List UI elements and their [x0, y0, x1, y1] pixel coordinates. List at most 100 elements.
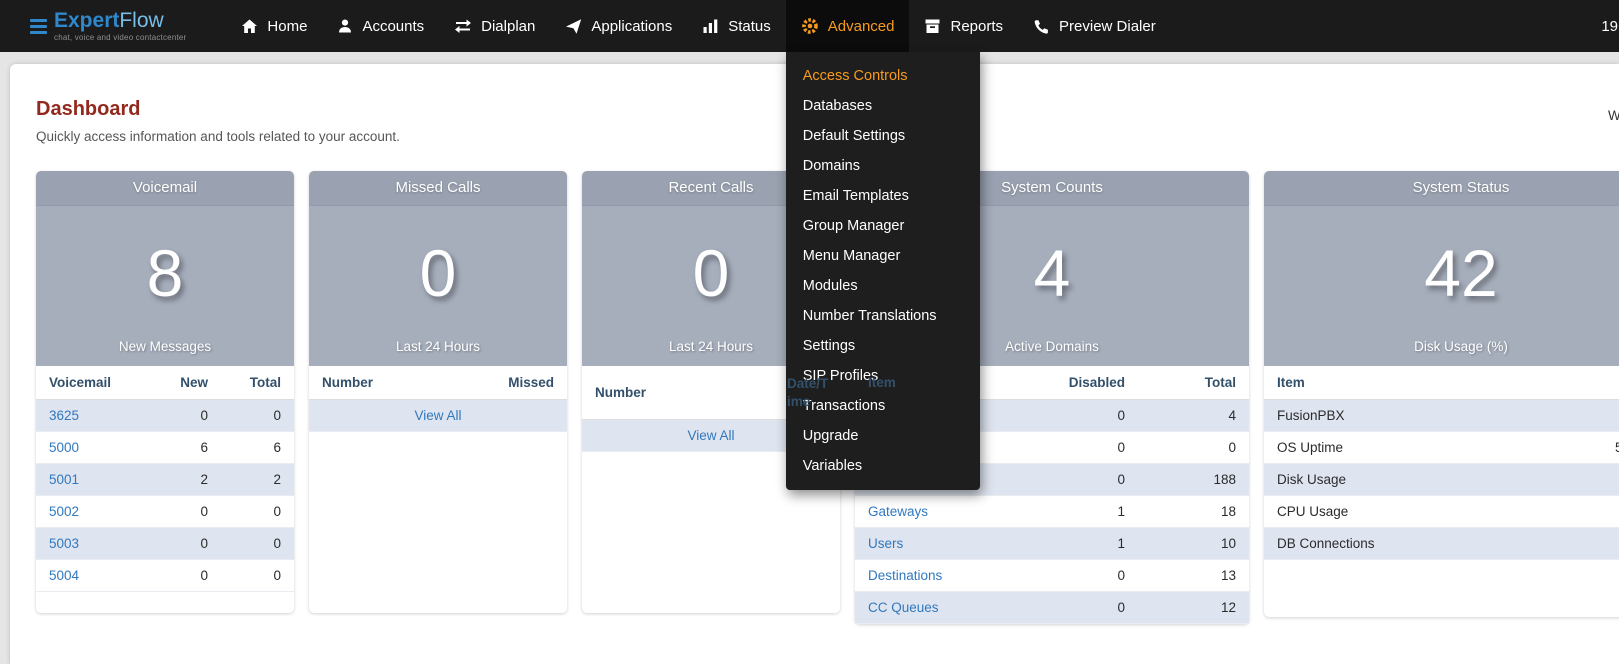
table-cell: 10: [1138, 528, 1249, 560]
table-cell: DB Connections: [1264, 528, 1602, 560]
table-cell: 2: [221, 464, 294, 496]
table-link[interactable]: Users: [868, 536, 903, 551]
view-all-link[interactable]: View All: [687, 428, 734, 443]
menu-item-domains[interactable]: Domains: [786, 151, 980, 181]
table-row: OS Uptime50: [1264, 432, 1619, 464]
table-cell: Disk Usage: [1264, 464, 1602, 496]
card-title[interactable]: System Status: [1264, 171, 1619, 205]
table-cell: 0: [221, 528, 294, 560]
nav-item-status[interactable]: Status: [687, 0, 786, 52]
nav-item-home[interactable]: Home: [226, 0, 322, 52]
nav-item-dialplan[interactable]: Dialplan: [439, 0, 550, 52]
table-cell: 4: [1138, 400, 1249, 432]
menu-item-modules[interactable]: Modules: [786, 271, 980, 301]
menu-item-number-translations[interactable]: Number Translations: [786, 301, 980, 331]
table-link[interactable]: 5002: [49, 504, 79, 519]
menu-item-settings[interactable]: Settings: [786, 331, 980, 361]
nav-item-advanced[interactable]: AdvancedAccess ControlsDatabasesDefault …: [786, 0, 910, 52]
table-cell: [1602, 400, 1619, 432]
bar-chart-icon: [702, 18, 719, 34]
table-cell: [1602, 496, 1619, 528]
table-cell: 0: [1039, 400, 1138, 432]
table-row: Users 110: [855, 528, 1249, 560]
stat-label: New Messages: [36, 339, 294, 366]
brand-name-primary: Expert: [54, 9, 119, 32]
card-missed-calls: Missed Calls0Last 24 HoursNumberMissedVi…: [309, 171, 567, 613]
phone-icon: [1033, 18, 1050, 35]
card-stat: 42Disk Usage (%): [1264, 205, 1619, 366]
table-cell: FusionPBX: [1264, 400, 1602, 432]
column-header-item: Item: [1264, 366, 1602, 400]
nav-item-label: Accounts: [362, 18, 424, 35]
table-cell: [1602, 528, 1619, 560]
nav-item-label: Advanced: [828, 18, 895, 35]
table-link[interactable]: Gateways: [868, 504, 928, 519]
table-link[interactable]: 5001: [49, 472, 79, 487]
menu-item-group-manager[interactable]: Group Manager: [786, 211, 980, 241]
table-cell: 0: [221, 496, 294, 528]
column-header-new: New: [148, 366, 221, 400]
table-link[interactable]: 5003: [49, 536, 79, 551]
logo-tagline: chat, voice and video contactcenter: [54, 33, 186, 42]
nav-item-accounts[interactable]: Accounts: [322, 0, 439, 52]
menu-item-access-controls[interactable]: Access Controls: [786, 61, 980, 91]
nav-item-label: Home: [267, 18, 307, 35]
card-table: VoicemailNewTotal36250050006650012250020…: [36, 366, 294, 592]
table-cell: 1: [1039, 496, 1138, 528]
advanced-dropdown-menu: Access ControlsDatabasesDefault Settings…: [786, 52, 980, 490]
nav-item-preview-dialer[interactable]: Preview Dialer: [1018, 0, 1171, 52]
view-all-link[interactable]: View All: [414, 408, 461, 423]
column-header-total: Total: [1138, 366, 1249, 400]
gear-icon: [801, 17, 819, 35]
table-cell: 5001: [36, 464, 148, 496]
nav-item-label: Dialplan: [481, 18, 535, 35]
paper-plane-icon: [565, 18, 582, 35]
column-header-total: Total: [221, 366, 294, 400]
stat-label: Last 24 Hours: [309, 339, 567, 366]
table-link[interactable]: 3625: [49, 408, 79, 423]
table-row: View All: [309, 400, 567, 432]
table-cell: 0: [221, 400, 294, 432]
column-header-date-time: Date/Time: [774, 366, 840, 420]
menu-item-menu-manager[interactable]: Menu Manager: [786, 241, 980, 271]
table-link[interactable]: CC Queues: [868, 600, 939, 615]
table-cell: 0: [221, 560, 294, 592]
table-cell: Users: [855, 528, 1039, 560]
table-cell: 3625: [36, 400, 148, 432]
menu-item-default-settings[interactable]: Default Settings: [786, 121, 980, 151]
top-navbar: ExpertFlow chat, voice and video contact…: [0, 0, 1619, 52]
column-header-number: Number: [582, 366, 774, 420]
table-cell: 18: [1138, 496, 1249, 528]
nav-item-label: Status: [728, 18, 771, 35]
nav-item-applications[interactable]: Applications: [550, 0, 687, 52]
card-voicemail: Voicemail8New MessagesVoicemailNewTotal3…: [36, 171, 294, 613]
table-cell: 0: [148, 496, 221, 528]
user-icon: [337, 18, 353, 34]
card-title[interactable]: Missed Calls: [309, 171, 567, 205]
menu-item-email-templates[interactable]: Email Templates: [786, 181, 980, 211]
table-cell: CC Queues: [855, 592, 1039, 624]
table-cell: Destinations: [855, 560, 1039, 592]
menu-item-variables[interactable]: Variables: [786, 451, 980, 481]
menu-item-upgrade[interactable]: Upgrade: [786, 421, 980, 451]
nav-item-reports[interactable]: Reports: [909, 0, 1018, 52]
nav-item-label: Preview Dialer: [1059, 18, 1156, 35]
table-cell: 0: [148, 560, 221, 592]
stat-number: 0: [309, 206, 567, 339]
expertflow-logo[interactable]: ExpertFlow chat, voice and video contact…: [30, 10, 186, 42]
card-title[interactable]: Voicemail: [36, 171, 294, 205]
table-row: Disk Usage: [1264, 464, 1619, 496]
menu-item-databases[interactable]: Databases: [786, 91, 980, 121]
table-cell: 1: [1039, 528, 1138, 560]
table-row: 5002 00: [36, 496, 294, 528]
table-cell: 5002: [36, 496, 148, 528]
table-link[interactable]: Destinations: [868, 568, 942, 583]
table-row: Gateways 118: [855, 496, 1249, 528]
table-link[interactable]: 5004: [49, 568, 79, 583]
table-row: 500300: [36, 528, 294, 560]
table-link[interactable]: 5000: [49, 440, 79, 455]
table-row: Destinations013: [855, 560, 1249, 592]
table-row: 362500: [36, 400, 294, 432]
card-table: ItemFusionPBXOS Uptime50Disk UsageCPU Us…: [1264, 366, 1619, 560]
table-cell: View All: [309, 400, 567, 432]
